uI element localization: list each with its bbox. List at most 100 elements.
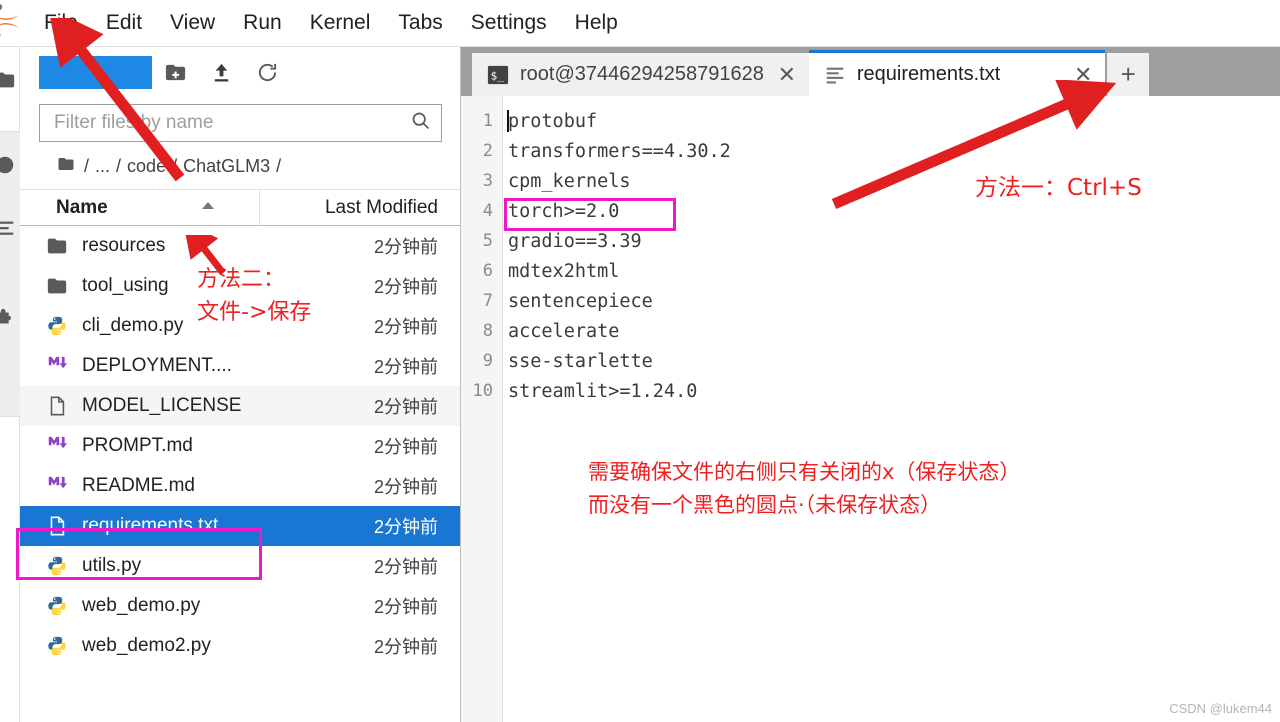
menu-item-run[interactable]: Run: [229, 7, 296, 39]
extension-puzzle-icon[interactable]: [0, 305, 18, 331]
file-row-web-demo-py[interactable]: web_demo.py 2分钟前: [20, 586, 460, 626]
menu-bar: File Edit View Run Kernel Tabs Settings …: [0, 0, 1280, 47]
file-row-requirements-txt[interactable]: requirements.txt 2分钟前: [20, 506, 460, 546]
new-tab-button[interactable]: +: [1107, 53, 1150, 96]
file-row-modified: 2分钟前: [373, 437, 438, 457]
file-row-prompt-md[interactable]: PROMPT.md 2分钟前: [20, 426, 460, 466]
file-list: resources 2分钟前 tool_using 2分钟前 cli_demo.py 2分…: [20, 226, 460, 666]
line-number: 5: [482, 231, 493, 251]
menu-item-settings[interactable]: Settings: [457, 7, 561, 39]
file-row-modified: 2分钟前: [373, 517, 438, 537]
line-text: mdtex2html: [508, 260, 620, 282]
table-of-contents-icon[interactable]: [0, 215, 18, 241]
line-text: cpm_kernels: [508, 170, 631, 192]
close-icon[interactable]: ✕: [1072, 63, 1094, 86]
file-row-resources[interactable]: resources 2分钟前: [20, 226, 460, 266]
file-row-readme-md[interactable]: README.md 2分钟前: [20, 466, 460, 506]
filter-files-field[interactable]: [39, 104, 442, 142]
file-row-cli-demo-py[interactable]: cli_demo.py 2分钟前: [20, 306, 460, 346]
file-row-name: utils.py: [82, 555, 142, 576]
breadcrumb-ellipsis[interactable]: ...: [95, 156, 110, 177]
line-text: accelerate: [508, 320, 620, 342]
tab-terminal[interactable]: $_ root@37446294258791628 ✕: [472, 53, 809, 96]
line-text: torch>=2.0: [508, 200, 620, 222]
file-row-model-license[interactable]: MODEL_LICENSE 2分钟前: [20, 386, 460, 426]
menu-item-kernel[interactable]: Kernel: [296, 7, 385, 39]
column-header-name[interactable]: Name: [20, 190, 260, 225]
close-icon[interactable]: ✕: [776, 63, 798, 86]
refresh-icon[interactable]: [244, 56, 290, 90]
file-row-modified: 2分钟前: [373, 237, 438, 257]
line-text: transformers==4.30.2: [508, 140, 731, 162]
code-line[interactable]: 4 torch>=2.0: [461, 196, 1280, 226]
menu-item-file[interactable]: File: [30, 7, 92, 39]
code-line[interactable]: 1 protobuf: [461, 106, 1280, 136]
code-line[interactable]: 9 sse-starlette: [461, 346, 1280, 376]
code-line[interactable]: 7 sentencepiece: [461, 286, 1280, 316]
breadcrumb-home-icon[interactable]: [56, 155, 76, 178]
line-number: 9: [482, 351, 493, 371]
file-row-utils-py[interactable]: utils.py 2分钟前: [20, 546, 460, 586]
new-folder-icon[interactable]: [152, 56, 198, 90]
line-text: streamlit>=1.24.0: [508, 380, 698, 402]
python-icon: [44, 594, 70, 618]
code-content[interactable]: 1 protobuf 2 transformers==4.30.2 3 cpm_kerne…: [461, 96, 1280, 406]
line-number: 7: [482, 291, 493, 311]
activity-bar: [0, 47, 20, 722]
breadcrumb-item-chatglm3[interactable]: ChatGLM3: [183, 156, 270, 177]
file-row-deployment-[interactable]: DEPLOYMENT.... 2分钟前: [20, 346, 460, 386]
upload-icon[interactable]: [198, 56, 244, 90]
svg-text:$_: $_: [491, 69, 505, 82]
code-line[interactable]: 10 streamlit>=1.24.0: [461, 376, 1280, 406]
running-kernels-icon[interactable]: [0, 152, 18, 178]
folder-icon[interactable]: [0, 67, 18, 93]
text-editor-icon: [823, 63, 847, 87]
markdown-icon: [44, 434, 70, 458]
python-icon: [44, 634, 70, 658]
line-number: 3: [482, 171, 493, 191]
file-row-modified: 2分钟前: [373, 637, 438, 657]
menu-item-tabs[interactable]: Tabs: [384, 7, 456, 39]
line-number: 8: [482, 321, 493, 341]
new-launcher-button[interactable]: +: [39, 56, 152, 89]
markdown-icon: [44, 474, 70, 498]
file-row-tool-using[interactable]: tool_using 2分钟前: [20, 266, 460, 306]
tab-terminal-label: root@37446294258791628: [520, 63, 764, 85]
line-number: 1: [482, 111, 493, 131]
line-text: protobuf: [508, 110, 598, 132]
code-line[interactable]: 3 cpm_kernels: [461, 166, 1280, 196]
file-editor[interactable]: 1 protobuf 2 transformers==4.30.2 3 cpm_kerne…: [461, 96, 1280, 722]
menu-item-view[interactable]: View: [156, 7, 229, 39]
file-row-name: README.md: [82, 475, 195, 496]
search-input[interactable]: [52, 111, 410, 135]
line-number: 2: [482, 141, 493, 161]
tab-requirements-txt-label: requirements.txt: [856, 63, 1001, 85]
line-text: gradio==3.39: [508, 230, 642, 252]
breadcrumb-item-code[interactable]: code: [127, 156, 166, 177]
folder-icon: [44, 274, 70, 298]
file-row-web-demo2-py[interactable]: web_demo2.py 2分钟前: [20, 626, 460, 666]
jupyterlab-window: File Edit View Run Kernel Tabs Settings …: [0, 0, 1280, 722]
file-row-name: PROMPT.md: [82, 435, 193, 456]
column-header-last-modified[interactable]: Last Modified: [260, 190, 460, 225]
folder-icon: [44, 234, 70, 258]
menu-item-help[interactable]: Help: [561, 7, 632, 39]
breadcrumb-sep-1: /: [116, 155, 122, 176]
python-icon: [44, 314, 70, 338]
breadcrumb-sep-2: /: [172, 155, 178, 176]
code-line[interactable]: 2 transformers==4.30.2: [461, 136, 1280, 166]
line-number: 6: [482, 261, 493, 281]
file-row-name: requirements.txt: [82, 515, 219, 536]
code-line[interactable]: 6 mdtex2html: [461, 256, 1280, 286]
line-text: sse-starlette: [508, 350, 653, 372]
watermark: CSDN @lukem44: [1169, 701, 1272, 716]
breadcrumb: / ... / code / ChatGLM3 /: [56, 152, 460, 180]
main-dock-area: $_ root@37446294258791628 ✕ requirements…: [461, 47, 1280, 722]
code-line[interactable]: 8 accelerate: [461, 316, 1280, 346]
tab-requirements-txt[interactable]: requirements.txt ✕: [808, 50, 1106, 96]
file-row-name: cli_demo.py: [82, 315, 184, 336]
menu-item-edit[interactable]: Edit: [92, 7, 156, 39]
code-line[interactable]: 5 gradio==3.39: [461, 226, 1280, 256]
file-row-name: MODEL_LICENSE: [82, 395, 242, 416]
file-row-name: tool_using: [82, 275, 169, 296]
